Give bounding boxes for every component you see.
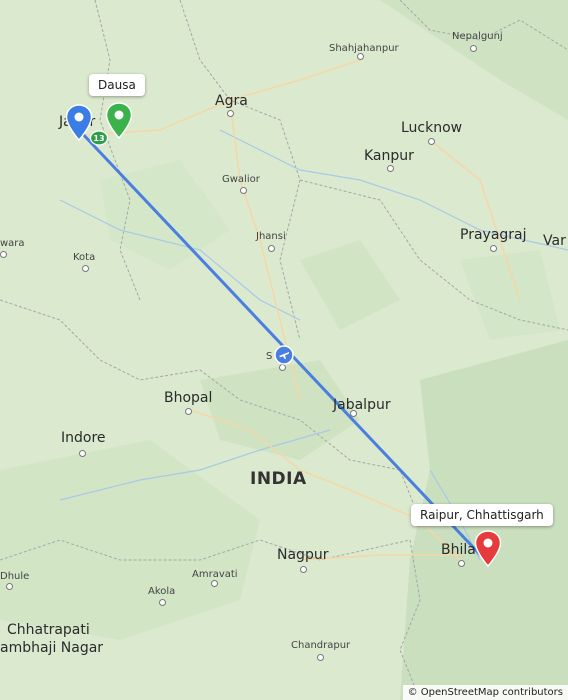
map-attribution[interactable]: © OpenStreetMap contributors <box>402 685 568 700</box>
waypoint-pin-icon[interactable] <box>105 102 133 140</box>
city-label-bhilai: Bhila <box>441 542 476 558</box>
city-label-indore: Indore <box>61 430 106 446</box>
city-label-gwalior: Gwalior <box>222 174 260 185</box>
city-label-amravati: Amravati <box>192 569 238 580</box>
city-label-var: Var <box>543 233 566 249</box>
map-canvas[interactable]: Agra Lucknow Kanpur Prayagraj Var Bhopal… <box>0 0 568 700</box>
highway-shield-label: 13 <box>93 134 104 143</box>
city-label-bhopal: Bhopal <box>164 390 213 406</box>
city-label-lucknow: Lucknow <box>401 120 463 136</box>
city-label-chhatrapati-line1: Chhatrapati <box>7 622 90 638</box>
city-label-nepalgunj: Nepalgunj <box>452 31 503 42</box>
city-label-wara: wara <box>0 238 25 249</box>
city-label-prayagraj: Prayagraj <box>460 227 527 243</box>
origin-callout[interactable]: Dausa <box>89 74 145 96</box>
city-label-shahjahanpur: Shahjahanpur <box>329 43 399 54</box>
city-label-jhansi: Jhansi <box>256 231 286 242</box>
origin-pin-icon[interactable] <box>65 104 93 142</box>
airplane-icon[interactable] <box>274 345 294 365</box>
city-label-chhatrapati-line2: ambhaji Nagar <box>0 640 104 656</box>
destination-callout[interactable]: Raipur, Chhattisgarh <box>411 504 553 526</box>
city-label-nagpur: Nagpur <box>277 547 329 563</box>
country-label: INDIA <box>250 469 307 489</box>
city-label-agra: Agra <box>215 93 248 109</box>
city-label-jabalpur: Jabalpur <box>333 397 391 413</box>
destination-pin-icon[interactable] <box>474 530 502 568</box>
city-label-chandrapur: Chandrapur <box>291 640 351 651</box>
city-label-akola: Akola <box>148 586 176 597</box>
city-label-dhule: Dhule <box>0 571 30 582</box>
city-label-kota: Kota <box>73 252 96 263</box>
city-label-kanpur: Kanpur <box>364 148 414 164</box>
